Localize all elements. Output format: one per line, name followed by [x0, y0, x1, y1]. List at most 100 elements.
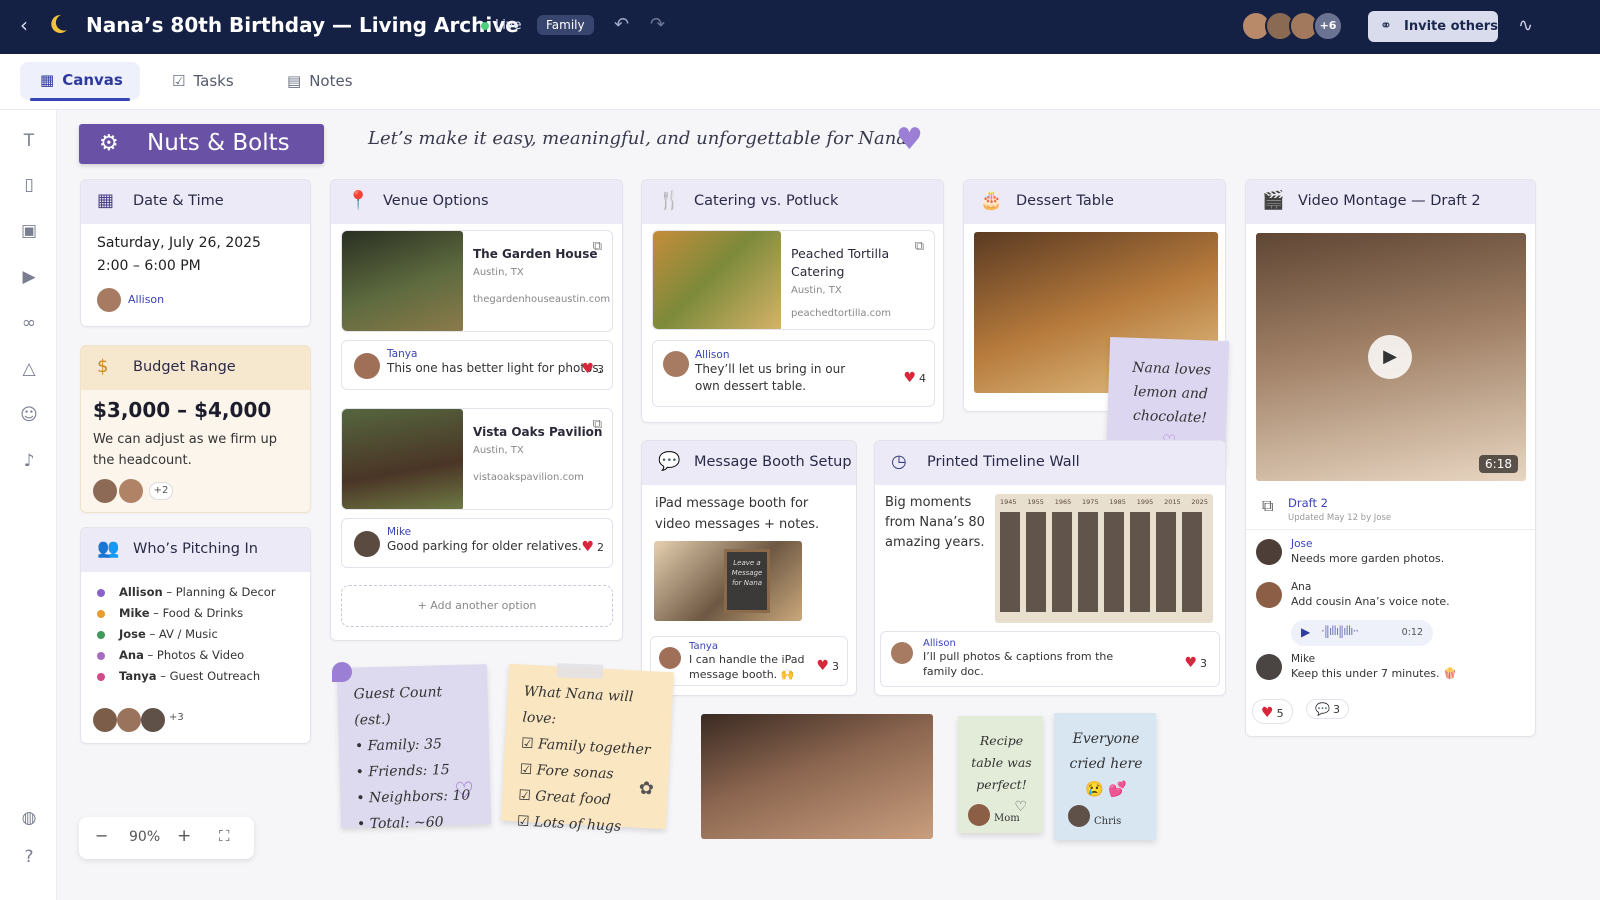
avatar — [117, 708, 141, 732]
invite-button[interactable]: ⚭ Invite others — [1368, 11, 1498, 42]
calendar-icon: ▦ — [97, 190, 115, 211]
message-booth-card[interactable]: 💬 Message Booth Setup iPad message booth … — [641, 440, 857, 696]
catering-card[interactable]: 🍴 Catering vs. Potluck ⧉ Peached Tortilla… — [641, 179, 944, 423]
like-count[interactable]: ♥ 4 — [903, 367, 926, 386]
tab-tasks[interactable]: ☑ Tasks — [172, 72, 234, 90]
sticky-text: Everyone cried here — [1069, 731, 1143, 772]
sticky-line: • Family: 35 — [354, 736, 443, 755]
external-link-icon[interactable]: ⧉ — [1262, 496, 1273, 516]
venue-option[interactable]: ⧉ The Garden House Austin, TX thegardenh… — [341, 230, 613, 332]
comment[interactable]: Tanya This one has better light for photo… — [341, 340, 613, 390]
comment-count[interactable]: 💬 3 — [1306, 699, 1349, 719]
sticky-note-recipe[interactable]: Recipe table was perfect! ♡ Mom — [958, 716, 1043, 833]
tape — [556, 663, 604, 679]
tab-canvas[interactable]: ▦ Canvas — [20, 62, 140, 101]
more-avatars-badge[interactable]: +3 — [169, 712, 184, 723]
play-icon[interactable]: ▶ — [1301, 625, 1310, 639]
link-tool-icon[interactable]: ∞ — [18, 312, 40, 334]
zoom-in-button[interactable]: + — [177, 826, 191, 846]
more-avatars-badge[interactable]: +6 — [1313, 11, 1343, 41]
item-text: Fore sonas — [536, 762, 614, 783]
section-header-chip[interactable]: ⚙ Nuts & Bolts — [79, 124, 324, 164]
avatar — [663, 351, 689, 377]
sticky-note-guest-count[interactable]: Guest Count (est.) • Family: 35 • Friend… — [336, 664, 492, 833]
collaborator-avatars[interactable]: +6 — [1241, 11, 1343, 41]
back-icon[interactable]: ‹ — [20, 13, 28, 37]
venue-url[interactable]: vistaoakspavilion.com — [473, 472, 602, 483]
role-dot — [97, 651, 105, 660]
date-time-card[interactable]: ▦ Date & Time Saturday, July 26, 2025 2:0… — [80, 179, 311, 327]
like-count[interactable]: ♥ 5 — [1252, 699, 1293, 724]
tagline: Let’s make it easy, meaningful, and unfo… — [368, 128, 913, 149]
venue-options-card[interactable]: 📍 Venue Options ⧉ The Garden House Austin… — [330, 179, 623, 641]
list-item: Ana – Photos & Video — [97, 645, 276, 666]
moon-icon — [51, 14, 67, 33]
chat-bubble-icon: 💬 — [658, 451, 681, 472]
page-tool-icon[interactable]: ▯ — [18, 174, 40, 196]
commenter-name: Mike — [1291, 653, 1316, 665]
comment-text: Good parking for older relatives. — [387, 539, 582, 553]
pitching-in-card[interactable]: 👥 Who’s Pitching In Allison – Planning & … — [80, 527, 311, 744]
venue-option[interactable]: ⧉ Vista Oaks Pavilion Austin, TX vistaoa… — [341, 408, 613, 510]
like-count[interactable]: ♥ 3 — [816, 655, 839, 674]
caterer-url[interactable]: peachedtortilla.com — [791, 308, 891, 319]
comment[interactable]: Allison They’ll let us bring in our own d… — [652, 340, 935, 407]
sticky-note-cried[interactable]: Everyone cried here 😢 💕 Chris — [1054, 713, 1156, 840]
item-text: Lots of hugs — [533, 814, 622, 835]
card-title: Dessert Table — [1016, 193, 1114, 209]
comment[interactable]: Allison I’ll pull photos & captions from … — [880, 631, 1220, 687]
invite-label: Invite others — [1404, 19, 1498, 34]
microphone-tool-icon[interactable]: ♪ — [18, 450, 40, 472]
shapes-tool-icon[interactable]: △ — [18, 358, 40, 380]
comment-text: I’ll pull photos & captions from the fam… — [923, 650, 1114, 678]
nana-family-photo[interactable] — [701, 714, 933, 839]
caterer-name: Peached Tortilla Catering — [791, 246, 890, 279]
video-tool-icon[interactable]: ▶ — [18, 266, 40, 288]
role-dot — [97, 588, 105, 597]
image-tool-icon[interactable]: ▣ — [18, 220, 40, 242]
timeline-wall-card[interactable]: ◷ Printed Timeline Wall Big moments from … — [874, 440, 1226, 696]
catering-option[interactable]: ⧉ Peached Tortilla Catering Austin, TX p… — [652, 230, 935, 330]
draft-label[interactable]: Draft 2 — [1288, 496, 1328, 510]
play-icon[interactable]: ▶ — [1368, 335, 1412, 379]
video-player[interactable]: ▶ 6:18 — [1256, 233, 1526, 481]
card-title: Catering vs. Potluck — [694, 193, 839, 209]
like-count[interactable]: ♥ 3 — [581, 358, 604, 377]
like-count[interactable]: ♥ 3 — [1184, 652, 1207, 671]
comment[interactable]: Mike Good parking for older relatives. ♥ 2 — [341, 518, 613, 568]
like-count[interactable]: ♥ 2 — [581, 536, 604, 555]
emoji-tool-icon[interactable]: ☺ — [18, 404, 40, 426]
text-tool-icon[interactable]: T — [18, 130, 40, 152]
activity-icon[interactable]: ∿ — [1518, 15, 1533, 36]
undo-icon[interactable]: ↶ — [614, 14, 629, 35]
budget-card[interactable]: $ Budget Range $3,000 – $4,000 We can adj… — [80, 345, 311, 513]
palette-icon[interactable]: ◍ — [18, 807, 40, 829]
tab-notes[interactable]: ▤ Notes — [287, 72, 353, 90]
venue-info: Vista Oaks Pavilion Austin, TX vistaoaks… — [473, 425, 602, 483]
year-label: 1995 — [1136, 498, 1154, 506]
top-bar: ‹ Nana’s 80th Birthday — Living Archive … — [0, 0, 1600, 54]
member-role: – Guest Outreach — [156, 669, 261, 683]
redo-icon[interactable]: ↷ — [650, 14, 665, 35]
commenter-name: Tanya — [387, 348, 418, 360]
add-option-button[interactable]: + Add another option — [341, 585, 613, 627]
fullscreen-icon[interactable]: ⛶ — [219, 827, 230, 845]
member-list: Allison – Planning & Decor Mike – Food &… — [97, 582, 276, 687]
more-avatars-badge[interactable]: +2 — [149, 482, 173, 500]
event-date: Saturday, July 26, 2025 — [97, 235, 261, 251]
clapperboard-icon: 🎬 — [1262, 190, 1285, 211]
card-header: ◷ Printed Timeline Wall — [875, 441, 1225, 485]
avatar — [1256, 539, 1282, 565]
card-title: Message Booth Setup — [694, 454, 852, 470]
people-icon: 👥 — [97, 538, 120, 559]
sticky-note-nana-loves[interactable]: What Nana will love: ☑ Family together ☑… — [501, 663, 674, 835]
comment[interactable]: Tanya I can handle the iPad message booth… — [650, 636, 848, 686]
avatar — [93, 708, 117, 732]
external-link-icon[interactable]: ⧉ — [915, 239, 924, 254]
video-montage-card[interactable]: 🎬 Video Montage — Draft 2 ▶ 6:18 ⧉ Draft … — [1245, 179, 1536, 737]
voice-note-player[interactable]: ▶ ·‖ıllı‖ıllı·· 0:12 — [1291, 620, 1433, 646]
family-badge[interactable]: Family — [537, 15, 594, 35]
help-icon[interactable]: ? — [18, 846, 40, 868]
zoom-out-button[interactable]: − — [95, 826, 108, 845]
venue-url[interactable]: thegardenhouseaustin.com — [473, 294, 610, 305]
